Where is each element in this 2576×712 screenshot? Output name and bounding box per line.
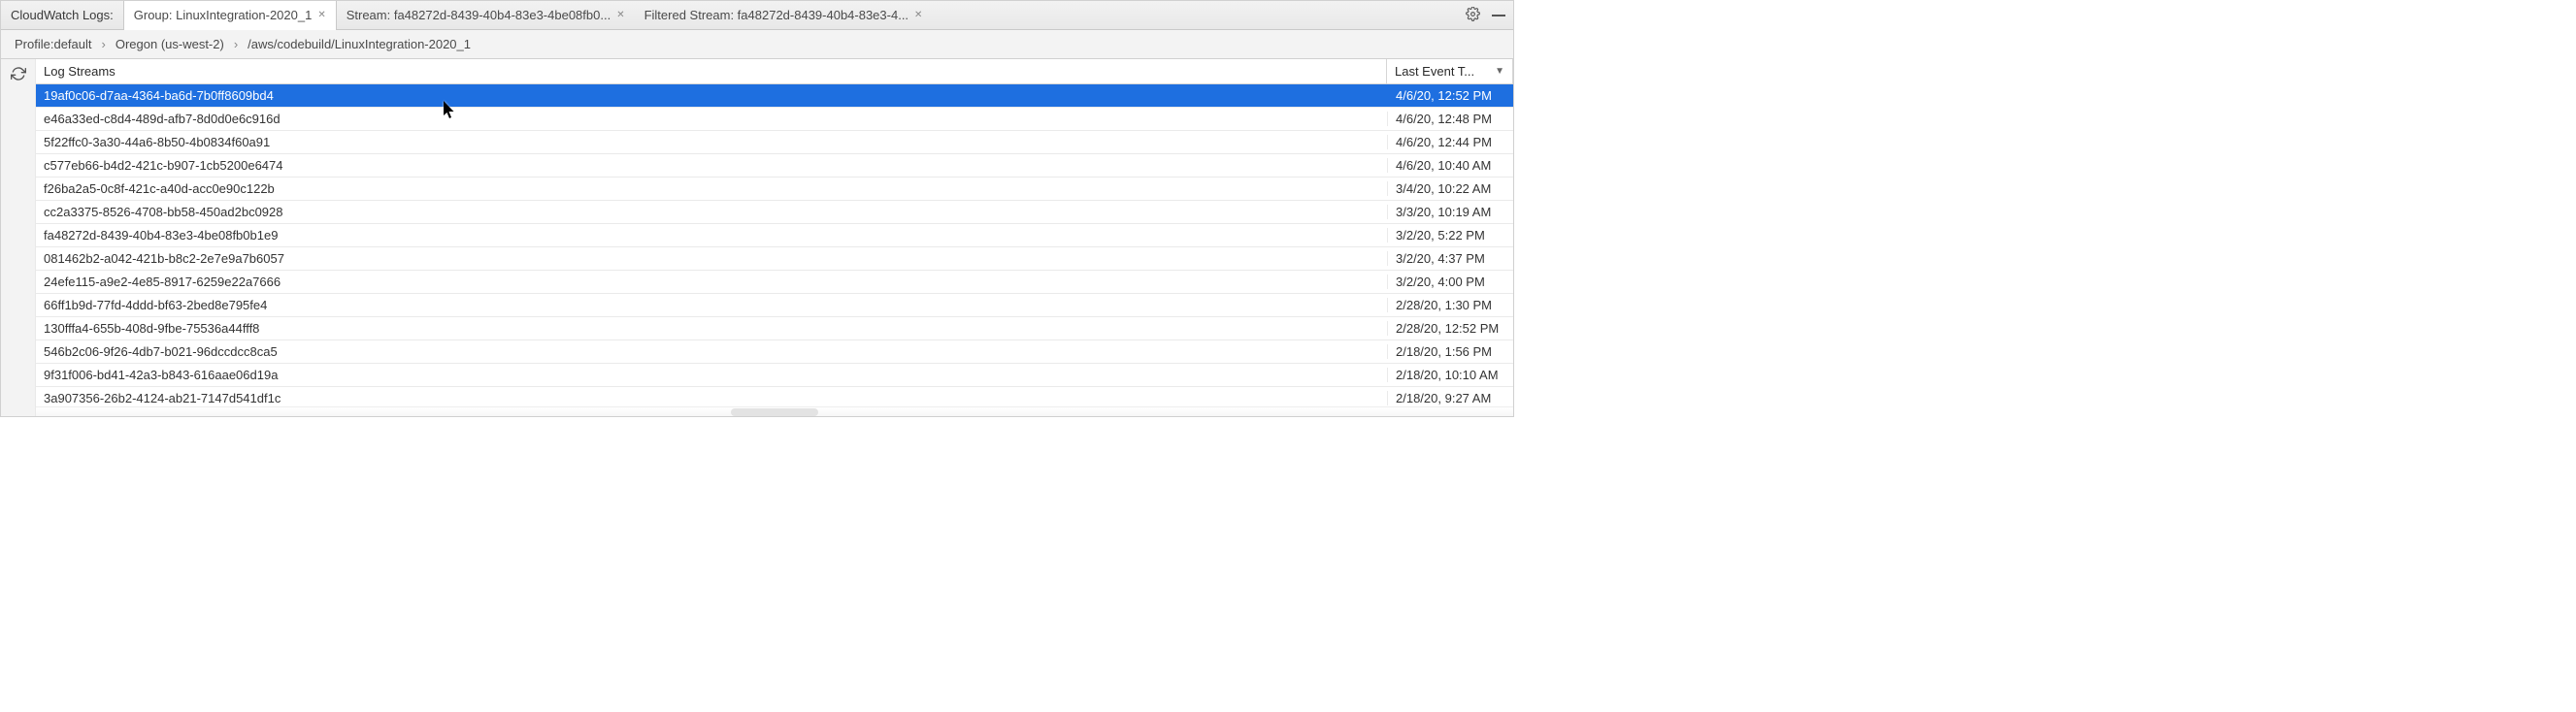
cloudwatch-logs-window: CloudWatch Logs: Group: LinuxIntegration… — [0, 0, 1514, 417]
table-row[interactable]: 546b2c06-9f26-4db7-b021-96dccdcc8ca52/18… — [36, 340, 1513, 364]
header-right — [1466, 7, 1513, 24]
cell-last-event-time: 4/6/20, 12:52 PM — [1387, 88, 1513, 103]
tab-group[interactable]: Group: LinuxIntegration-2020_1 ✕ — [123, 1, 337, 29]
tab-label: Group: LinuxIntegration-2020_1 — [134, 8, 313, 22]
tabs: Group: LinuxIntegration-2020_1 ✕ Stream:… — [123, 1, 933, 29]
table-row[interactable]: cc2a3375-8526-4708-bb58-450ad2bc09283/3/… — [36, 201, 1513, 224]
cell-stream-id: 130fffa4-655b-408d-9fbe-75536a44fff8 — [36, 321, 1387, 336]
table-row[interactable]: 5f22ffc0-3a30-44a6-8b50-4b0834f60a914/6/… — [36, 131, 1513, 154]
content-area: Log Streams Last Event T... ▼ 19af0c06-d… — [1, 59, 1513, 416]
cell-stream-id: 24efe115-a9e2-4e85-8917-6259e22a7666 — [36, 275, 1387, 289]
header-bar: CloudWatch Logs: Group: LinuxIntegration… — [1, 1, 1513, 30]
cell-stream-id: cc2a3375-8526-4708-bb58-450ad2bc0928 — [36, 205, 1387, 219]
table-row[interactable]: 081462b2-a042-421b-b8c2-2e7e9a7b60573/2/… — [36, 247, 1513, 271]
close-icon[interactable]: ✕ — [317, 10, 325, 20]
table-row[interactable]: e46a33ed-c8d4-489d-afb7-8d0d0e6c916d4/6/… — [36, 108, 1513, 131]
column-header-streams[interactable]: Log Streams — [36, 59, 1387, 83]
column-header-time[interactable]: Last Event T... ▼ — [1387, 59, 1513, 83]
cell-last-event-time: 4/6/20, 10:40 AM — [1387, 158, 1513, 173]
cell-stream-id: c577eb66-b4d2-421c-b907-1cb5200e6474 — [36, 158, 1387, 173]
log-streams-table: Log Streams Last Event T... ▼ 19af0c06-d… — [36, 59, 1513, 416]
cell-stream-id: 19af0c06-d7aa-4364-ba6d-7b0ff8609bd4 — [36, 88, 1387, 103]
tab-filtered-stream[interactable]: Filtered Stream: fa48272d-8439-40b4-83e3… — [635, 1, 933, 29]
cell-last-event-time: 2/18/20, 9:27 AM — [1387, 391, 1513, 405]
cell-last-event-time: 3/2/20, 5:22 PM — [1387, 228, 1513, 243]
cell-stream-id: f26ba2a5-0c8f-421c-a40d-acc0e90c122b — [36, 181, 1387, 196]
cell-last-event-time: 2/18/20, 10:10 AM — [1387, 368, 1513, 382]
scrollbar-thumb[interactable] — [731, 408, 818, 416]
cell-stream-id: e46a33ed-c8d4-489d-afb7-8d0d0e6c916d — [36, 112, 1387, 126]
cell-stream-id: 9f31f006-bd41-42a3-b843-616aae06d19a — [36, 368, 1387, 382]
breadcrumb-sep: › — [100, 37, 108, 51]
breadcrumb-bar: Profile:default › Oregon (us-west-2) › /… — [1, 30, 1513, 59]
cell-last-event-time: 3/2/20, 4:00 PM — [1387, 275, 1513, 289]
cell-last-event-time: 3/3/20, 10:19 AM — [1387, 205, 1513, 219]
column-headers: Log Streams Last Event T... ▼ — [36, 59, 1513, 84]
close-icon[interactable]: ✕ — [616, 10, 624, 20]
breadcrumb-profile: Profile:default — [13, 37, 94, 51]
cell-stream-id: 66ff1b9d-77fd-4ddd-bf63-2bed8e795fe4 — [36, 298, 1387, 312]
cell-last-event-time: 3/2/20, 4:37 PM — [1387, 251, 1513, 266]
close-icon[interactable]: ✕ — [914, 10, 922, 20]
cell-last-event-time: 2/18/20, 1:56 PM — [1387, 344, 1513, 359]
table-row[interactable]: 66ff1b9d-77fd-4ddd-bf63-2bed8e795fe42/28… — [36, 294, 1513, 317]
horizontal-scrollbar[interactable] — [36, 406, 1513, 416]
tab-label: Stream: fa48272d-8439-40b4-83e3-4be08fb0… — [347, 8, 611, 22]
table-row[interactable]: fa48272d-8439-40b4-83e3-4be08fb0b1e93/2/… — [36, 224, 1513, 247]
table-row[interactable]: 9f31f006-bd41-42a3-b843-616aae06d19a2/18… — [36, 364, 1513, 387]
minimize-icon[interactable] — [1492, 15, 1505, 16]
cell-last-event-time: 4/6/20, 12:44 PM — [1387, 135, 1513, 149]
table-row[interactable]: 130fffa4-655b-408d-9fbe-75536a44fff82/28… — [36, 317, 1513, 340]
column-header-label: Log Streams — [44, 64, 116, 79]
table-row[interactable]: 19af0c06-d7aa-4364-ba6d-7b0ff8609bd44/6/… — [36, 84, 1513, 108]
column-header-label: Last Event T... — [1395, 64, 1474, 79]
table-row[interactable]: 24efe115-a9e2-4e85-8917-6259e22a76663/2/… — [36, 271, 1513, 294]
gear-icon[interactable] — [1466, 7, 1480, 24]
cell-last-event-time: 2/28/20, 1:30 PM — [1387, 298, 1513, 312]
cell-stream-id: fa48272d-8439-40b4-83e3-4be08fb0b1e9 — [36, 228, 1387, 243]
tab-label: Filtered Stream: fa48272d-8439-40b4-83e3… — [644, 8, 908, 22]
breadcrumb-region[interactable]: Oregon (us-west-2) — [114, 37, 226, 51]
sort-desc-icon: ▼ — [1495, 66, 1504, 77]
cell-stream-id: 546b2c06-9f26-4db7-b021-96dccdcc8ca5 — [36, 344, 1387, 359]
table-row[interactable]: f26ba2a5-0c8f-421c-a40d-acc0e90c122b3/4/… — [36, 178, 1513, 201]
mouse-cursor-icon — [444, 101, 454, 116]
cell-last-event-time: 4/6/20, 12:48 PM — [1387, 112, 1513, 126]
panel-title: CloudWatch Logs: — [1, 8, 123, 22]
cell-stream-id: 5f22ffc0-3a30-44a6-8b50-4b0834f60a91 — [36, 135, 1387, 149]
table-row[interactable]: c577eb66-b4d2-421c-b907-1cb5200e64744/6/… — [36, 154, 1513, 178]
cell-stream-id: 081462b2-a042-421b-b8c2-2e7e9a7b6057 — [36, 251, 1387, 266]
left-gutter — [1, 59, 36, 416]
cell-last-event-time: 3/4/20, 10:22 AM — [1387, 181, 1513, 196]
cell-last-event-time: 2/28/20, 12:52 PM — [1387, 321, 1513, 336]
tab-stream[interactable]: Stream: fa48272d-8439-40b4-83e3-4be08fb0… — [337, 1, 635, 29]
breadcrumb-sep: › — [232, 37, 240, 51]
cell-stream-id: 3a907356-26b2-4124-ab21-7147d541df1c — [36, 391, 1387, 405]
refresh-button[interactable] — [5, 60, 32, 87]
table-rows: 19af0c06-d7aa-4364-ba6d-7b0ff8609bd44/6/… — [36, 84, 1513, 416]
breadcrumb-log-group[interactable]: /aws/codebuild/LinuxIntegration-2020_1 — [246, 37, 473, 51]
